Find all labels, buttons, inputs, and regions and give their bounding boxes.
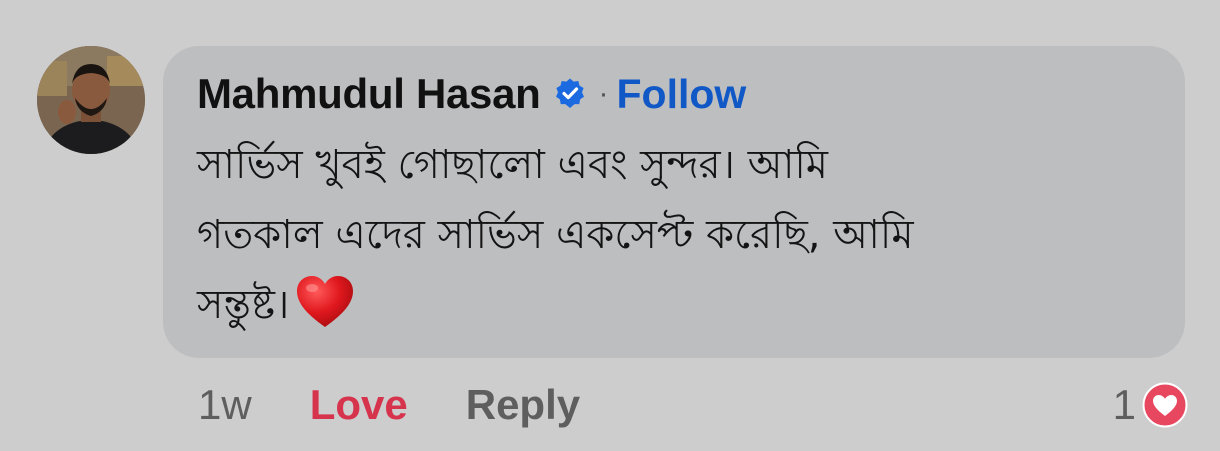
reply-button[interactable]: Reply — [466, 381, 580, 429]
avatar[interactable] — [37, 46, 145, 154]
comment-bubble: Mahmudul Hasan · Follow সার্ভিস খুবই গোছ… — [163, 46, 1185, 358]
follow-button[interactable]: Follow — [617, 71, 747, 118]
author-name[interactable]: Mahmudul Hasan — [197, 70, 541, 118]
comment-item: Mahmudul Hasan · Follow সার্ভিস খুবই গোছ… — [0, 0, 1220, 451]
reaction-count: 1 — [1112, 381, 1136, 428]
verified-badge-icon — [553, 77, 587, 111]
comment-timestamp[interactable]: 1w — [198, 381, 252, 429]
reaction-summary[interactable]: 1 — [1113, 378, 1188, 432]
separator-dot: · — [598, 77, 609, 110]
love-reaction-icon — [1142, 382, 1188, 428]
comment-line-1: সার্ভিস খুবই গোছালো এবং সুন্দর। আমি — [197, 142, 829, 188]
comment-line-3: সন্তুষ্ট। — [197, 270, 1157, 340]
comment-actions: 1w Love Reply — [198, 378, 580, 432]
avatar-image — [37, 46, 145, 154]
comment-body: সার্ভিস খুবই গোছালো এবং সুন্দর। আমি গতকা… — [197, 130, 1157, 340]
comment-line-3-text: সন্তুষ্ট। — [197, 282, 290, 328]
red-heart-emoji — [295, 274, 355, 330]
love-button[interactable]: Love — [310, 381, 408, 429]
comment-header: Mahmudul Hasan · Follow — [197, 66, 746, 122]
comment-line-2: গতকাল এদের সার্ভিস একসেপ্ট করেছি, আমি — [197, 212, 914, 258]
